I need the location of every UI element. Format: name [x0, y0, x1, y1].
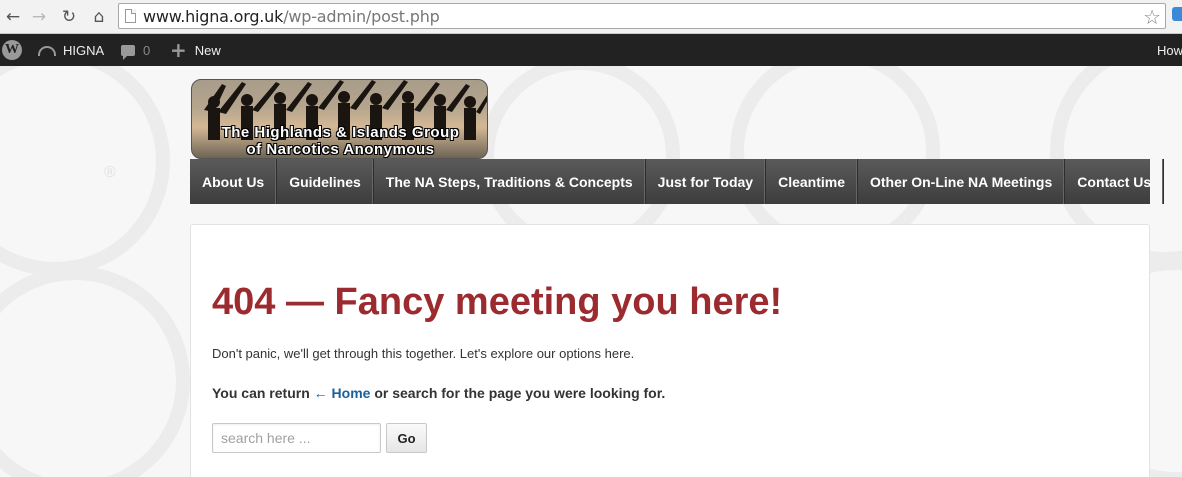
extension-icon[interactable] [1172, 7, 1182, 21]
comments-link[interactable]: 0 [121, 34, 150, 66]
url-path: /wp-admin/post.php [283, 7, 440, 26]
comment-count: 0 [143, 42, 151, 58]
address-bar[interactable]: www.higna.org.uk/wp-admin/post.php ☆ [118, 3, 1166, 29]
nav-item-steps-traditions[interactable]: The NA Steps, Traditions & Concepts [374, 159, 646, 204]
howdy-label: How [1157, 42, 1182, 58]
wp-admin-bar: W HIGNA 0 + New How [0, 34, 1182, 66]
nav-item-online-meetings[interactable]: Other On-Line NA Meetings [858, 159, 1066, 204]
home-icon[interactable]: ⌂ [88, 6, 110, 28]
registered-mark-icon: ® [104, 164, 116, 181]
howdy-account-menu[interactable]: How [1157, 34, 1182, 66]
site-logo[interactable]: The Highlands & Islands Group of Narcoti… [191, 79, 488, 159]
nav-item-cleantime[interactable]: Cleantime [766, 159, 858, 204]
nav-item-contact-us[interactable]: Contact Us [1065, 159, 1165, 204]
page-icon [125, 9, 136, 23]
watermark-shape [0, 266, 190, 477]
watermark-shape [0, 66, 170, 276]
url-text[interactable]: www.higna.org.uk/wp-admin/post.php [143, 7, 440, 26]
site-name-label: HIGNA [63, 42, 105, 58]
comment-bubble-icon [121, 44, 135, 60]
new-label: New [194, 42, 221, 58]
nav-item-just-for-today[interactable]: Just for Today [646, 159, 767, 204]
bookmark-star-icon[interactable]: ☆ [1143, 5, 1161, 29]
intro-text: Don't panic, we'll get through this toge… [212, 346, 635, 361]
logo-title-line2: of Narcotics Anonymous [246, 141, 435, 158]
logo-title-line1: The Highlands & Islands Group [221, 124, 460, 141]
site-name-link[interactable]: HIGNA [38, 34, 104, 66]
page-title: 404 — Fancy meeting you here! [212, 281, 783, 323]
home-link[interactable]: ← Home [314, 385, 371, 401]
wordpress-logo-button[interactable]: W [2, 34, 24, 66]
back-arrow-icon[interactable]: ← [2, 6, 24, 28]
forward-arrow-icon[interactable]: → [28, 6, 50, 28]
go-button[interactable]: Go [386, 423, 427, 453]
return-prefix: You can return [212, 385, 314, 401]
return-text: You can return ← Home or search for the … [212, 385, 665, 401]
url-domain: www.higna.org.uk [143, 7, 284, 26]
main-navigation: About Us Guidelines The NA Steps, Tradit… [190, 159, 1165, 204]
wordpress-icon: W [2, 40, 22, 60]
nav-item-about-us[interactable]: About Us [190, 159, 278, 204]
search-input[interactable] [212, 423, 381, 453]
new-content-button[interactable]: + New [170, 34, 221, 66]
plus-icon: + [170, 38, 187, 62]
dashboard-icon [38, 46, 56, 56]
return-suffix: or search for the page you were looking … [370, 385, 666, 401]
content-panel: 404 — Fancy meeting you here! Don't pani… [190, 224, 1150, 477]
browser-toolbar: ← → ↻ ⌂ www.higna.org.uk/wp-admin/post.p… [0, 0, 1182, 34]
reload-icon[interactable]: ↻ [58, 6, 80, 28]
nav-item-guidelines[interactable]: Guidelines [277, 159, 374, 204]
